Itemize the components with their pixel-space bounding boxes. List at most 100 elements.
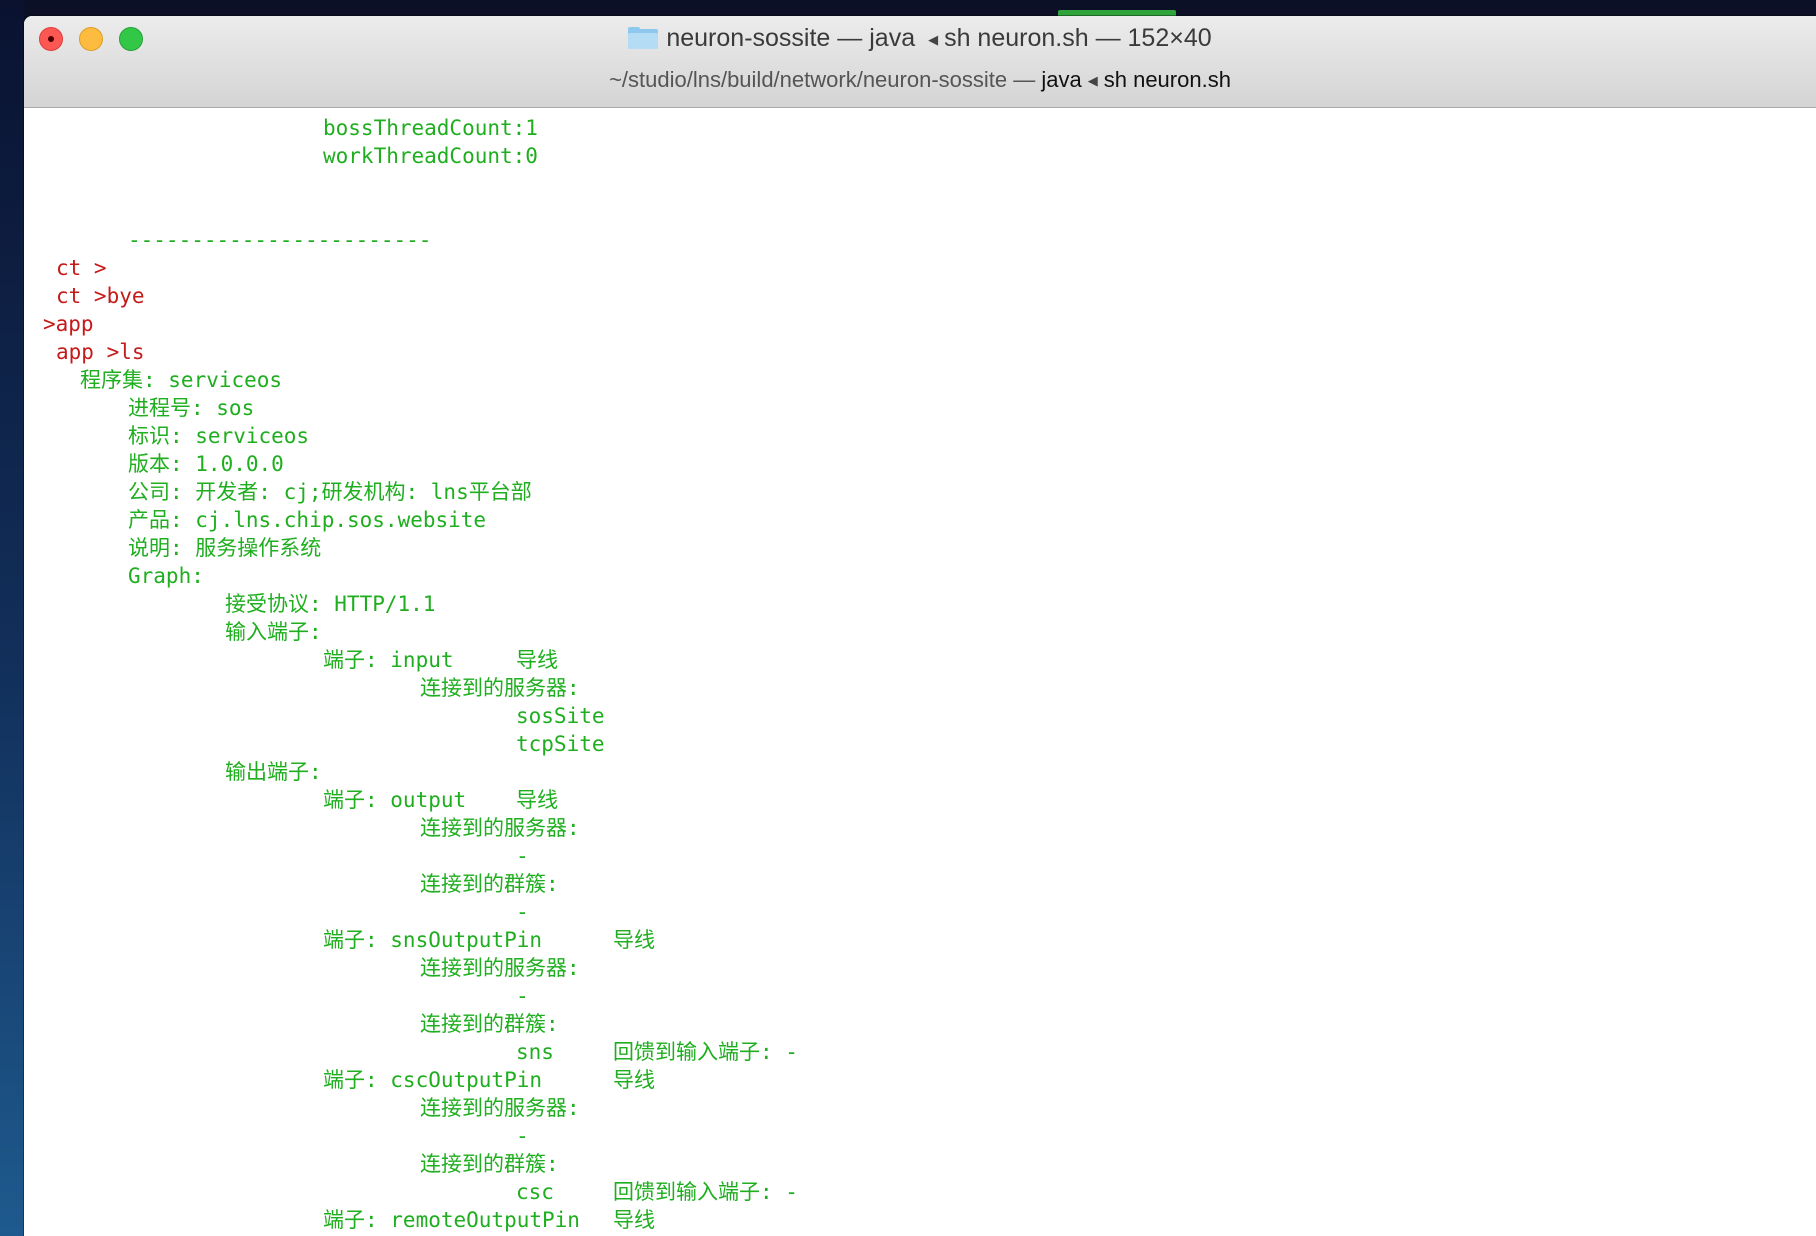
terminal-window: neuron-sossite — java ◀ sh neuron.sh — 15…	[24, 16, 1816, 1236]
terminal-line: ct >bye	[24, 282, 1816, 310]
terminal-line: 说明: 服务操作系统	[24, 534, 1816, 562]
terminal-line: 端子: remoteOutputPin 导线	[24, 1206, 1816, 1234]
terminal-line: tcpSite	[24, 730, 1816, 758]
terminal-line: 连接到的群簇:	[24, 1150, 1816, 1178]
terminal-text: 端子: snsOutputPin	[323, 928, 543, 952]
terminal-text: 接受协议: HTTP/1.1	[225, 592, 436, 616]
title-process: java	[869, 24, 916, 52]
terminal-line: 端子: snsOutputPin 导线	[24, 926, 1816, 954]
terminal-line: 接受协议: HTTP/1.1	[24, 590, 1816, 618]
arrow-left-icon: ◀	[928, 32, 939, 47]
terminal-text: sns	[516, 1040, 554, 1064]
terminal-text: 导线	[613, 1068, 655, 1092]
terminal-text: 输出端子:	[225, 760, 322, 784]
terminal-line: app >ls	[24, 338, 1816, 366]
terminal-text: -	[516, 900, 529, 924]
window-title: neuron-sossite — java ◀ sh neuron.sh — 15…	[24, 22, 1816, 54]
terminal-text: 连接到的群簇:	[420, 1012, 559, 1036]
terminal-text: sosSite	[516, 704, 605, 728]
terminal-prompt: ct >	[56, 256, 107, 280]
tab-separator: —	[1013, 67, 1036, 92]
terminal-line: Graph:	[24, 562, 1816, 590]
terminal-text: 连接到的服务器:	[420, 1096, 580, 1120]
terminal-line: -	[24, 898, 1816, 926]
terminal-line: 标识: serviceos	[24, 422, 1816, 450]
terminal-text: 连接到的服务器:	[420, 956, 580, 980]
folder-icon	[628, 27, 659, 49]
terminal-text: 进程号: sos	[128, 396, 255, 420]
terminal-line: -	[24, 982, 1816, 1010]
terminal-text: 端子: cscOutputPin	[323, 1068, 543, 1092]
terminal-prompt: ct >bye	[56, 284, 145, 308]
tab-title[interactable]: ~/studio/lns/build/network/neuron-sossit…	[24, 65, 1816, 95]
terminal-line: >app	[24, 310, 1816, 338]
terminal-line: workThreadCount:0	[24, 142, 1816, 170]
title-separator: —	[837, 24, 863, 52]
title-shell-command: sh neuron.sh	[944, 24, 1089, 52]
terminal-text: 公司: 开发者: cj;研发机构: lns平台部	[128, 480, 532, 504]
terminal-text: 端子: input	[323, 648, 454, 672]
terminal-line: 连接到的服务器:	[24, 954, 1816, 982]
title-terminal-size: 152×40	[1127, 24, 1212, 52]
terminal-text: bossThreadCount:1	[323, 116, 538, 140]
terminal-text: 导线	[516, 788, 558, 812]
terminal-text: ------------------------	[128, 228, 432, 252]
tab-path: ~/studio/lns/build/network/neuron-sossit…	[609, 67, 1008, 92]
terminal-line: 输入端子:	[24, 618, 1816, 646]
terminal-output[interactable]: bossThreadCount:1 workThreadCount:0 ----…	[24, 109, 1816, 1236]
terminal-text: 导线	[613, 928, 655, 952]
tab-process: java	[1041, 67, 1082, 92]
title-folder-name: neuron-sossite	[666, 24, 831, 52]
terminal-text: 导线	[613, 1208, 655, 1232]
terminal-line: bossThreadCount:1	[24, 114, 1816, 142]
tab-shell-command: sh neuron.sh	[1103, 67, 1231, 92]
terminal-text: 连接到的服务器:	[420, 816, 580, 840]
terminal-line: 产品: cj.lns.chip.sos.website	[24, 506, 1816, 534]
terminal-line: 连接到的群簇:	[24, 1010, 1816, 1038]
terminal-line: 输出端子:	[24, 758, 1816, 786]
terminal-text: 程序集: serviceos	[80, 368, 283, 392]
terminal-line: 端子: cscOutputPin 导线	[24, 1066, 1816, 1094]
terminal-line: 连接到的服务器:	[24, 814, 1816, 842]
terminal-text: 产品: cj.lns.chip.sos.website	[128, 508, 487, 532]
terminal-text: 说明: 服务操作系统	[128, 536, 322, 560]
terminal-text: csc	[516, 1180, 554, 1204]
terminal-text: -	[516, 1124, 529, 1148]
window-titlebar[interactable]: neuron-sossite — java ◀ sh neuron.sh — 15…	[24, 16, 1816, 108]
terminal-text: 连接到的群簇:	[420, 872, 559, 896]
terminal-text: 连接到的服务器:	[420, 676, 580, 700]
terminal-line: 端子: input 导线	[24, 646, 1816, 674]
terminal-line: 端子: output 导线	[24, 786, 1816, 814]
terminal-text: 导线	[516, 648, 558, 672]
terminal-text: -	[516, 984, 529, 1008]
terminal-line: 连接到的服务器:	[24, 1094, 1816, 1122]
terminal-text: tcpSite	[516, 732, 605, 756]
terminal-prompt: app >ls	[56, 340, 145, 364]
terminal-text: workThreadCount:0	[323, 144, 538, 168]
terminal-text: -	[516, 844, 529, 868]
terminal-text: 标识: serviceos	[128, 424, 310, 448]
terminal-text: 端子: output	[323, 788, 467, 812]
terminal-text: 版本: 1.0.0.0	[128, 452, 284, 476]
terminal-line: 公司: 开发者: cj;研发机构: lns平台部	[24, 478, 1816, 506]
terminal-text: 回馈到输入端子: -	[613, 1040, 798, 1064]
terminal-line: 连接到的群簇:	[24, 870, 1816, 898]
terminal-line: 进程号: sos	[24, 394, 1816, 422]
terminal-line: sosSite	[24, 702, 1816, 730]
terminal-text: 端子: remoteOutputPin	[323, 1208, 580, 1232]
terminal-line: -	[24, 842, 1816, 870]
terminal-line: 程序集: serviceos	[24, 366, 1816, 394]
title-separator: —	[1095, 24, 1121, 52]
arrow-left-icon: ◀	[1087, 73, 1098, 88]
terminal-text: 输入端子:	[225, 620, 322, 644]
desktop-background-top	[0, 0, 1816, 16]
terminal-text: Graph:	[128, 564, 204, 588]
terminal-line: ------------------------	[24, 226, 1816, 254]
terminal-line: csc 回馈到输入端子: -	[24, 1178, 1816, 1206]
terminal-line: sns 回馈到输入端子: -	[24, 1038, 1816, 1066]
terminal-line: 连接到的服务器:	[24, 674, 1816, 702]
terminal-line: 版本: 1.0.0.0	[24, 450, 1816, 478]
terminal-prompt: >app	[43, 312, 94, 336]
